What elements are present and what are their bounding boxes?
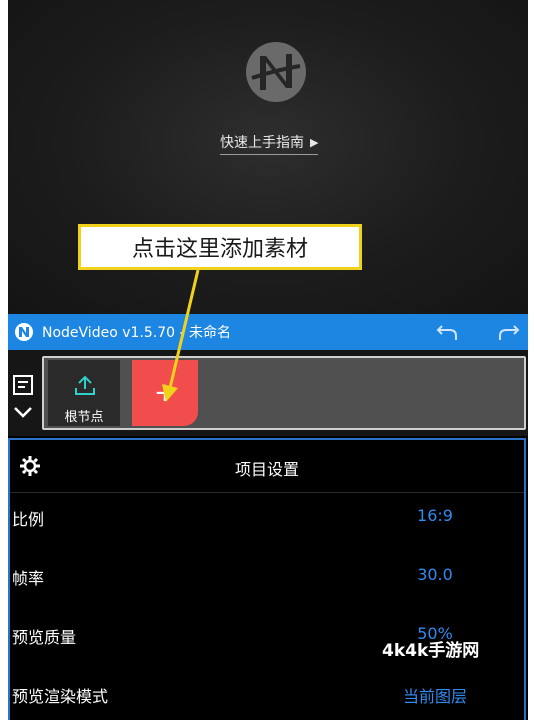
settings-header: 项目设置 xyxy=(10,440,524,493)
callout-annotation: 点击这里添加素材 xyxy=(78,224,362,270)
watermark: 4k4k手游网 xyxy=(382,641,480,661)
upload-icon xyxy=(75,375,95,395)
setting-value[interactable]: 16:9 xyxy=(370,506,500,525)
add-material-button[interactable]: + xyxy=(132,360,198,426)
root-node[interactable]: 根节点 xyxy=(48,360,120,426)
setting-value[interactable]: 30.0 xyxy=(370,565,500,584)
setting-value[interactable]: 当前图层 xyxy=(370,683,500,707)
node-area: 根节点 + xyxy=(8,350,528,436)
setting-label: 预览渲染模式 xyxy=(12,687,109,706)
setting-row-frame-rate[interactable]: 帧率 30.0 xyxy=(10,557,524,597)
setting-row-aspect-ratio[interactable]: 比例 16:9 xyxy=(10,498,524,538)
quick-start-guide-link[interactable]: 快速上手指南 ▶ xyxy=(220,132,319,155)
plus-icon: + xyxy=(154,378,176,408)
guide-link-label: 快速上手指南 xyxy=(220,135,304,151)
setting-label: 帧率 xyxy=(12,569,45,588)
redo-icon[interactable] xyxy=(498,322,520,342)
root-node-label: 根节点 xyxy=(64,410,104,425)
undo-icon[interactable] xyxy=(436,322,458,342)
title-bar: NodeVideo v1.5.70 - 未命名 xyxy=(8,314,528,350)
frame-left xyxy=(0,0,8,720)
layers-toggle-icon[interactable] xyxy=(12,374,36,430)
setting-row-render-mode[interactable]: 预览渲染模式 当前图层 xyxy=(10,675,524,715)
node-strip[interactable]: 根节点 + xyxy=(42,356,526,430)
settings-title: 项目设置 xyxy=(234,460,299,479)
frame-right xyxy=(528,0,534,720)
setting-label: 比例 xyxy=(12,510,45,529)
play-icon: ▶ xyxy=(310,135,319,149)
setting-label: 预览质量 xyxy=(12,628,77,647)
project-settings-panel: 项目设置 比例 16:9 帧率 30.0 预览质量 50% 预览渲染模式 当前图… xyxy=(8,438,526,720)
callout-text: 点击这里添加素材 xyxy=(131,237,308,262)
nodevideo-logo-icon xyxy=(246,42,306,102)
project-title: NodeVideo v1.5.70 - 未命名 xyxy=(42,325,231,341)
app-icon xyxy=(15,323,33,341)
